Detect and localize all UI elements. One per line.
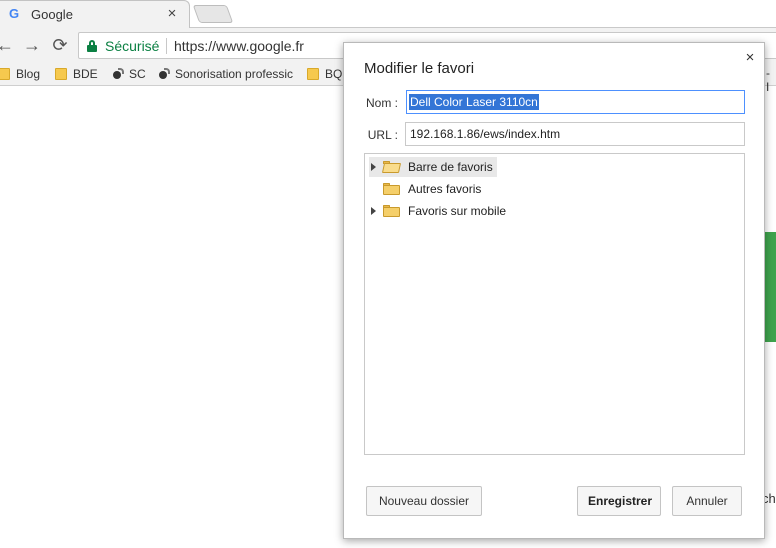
reload-icon[interactable]: ⟳ — [49, 34, 71, 56]
folder-tree: Barre de favoris Autres favoris Favoris … — [364, 153, 745, 455]
cancel-button[interactable]: Annuler — [672, 486, 742, 516]
omnibox-separator — [166, 38, 167, 54]
secure-label: Sécurisé — [105, 38, 160, 54]
bookmark-label: Blog — [16, 67, 41, 81]
bookmark-bq[interactable]: BQ — [307, 66, 343, 82]
folder-icon — [55, 68, 67, 80]
browser-tab-google[interactable]: G Google × — [0, 0, 190, 28]
folder-icon — [383, 205, 400, 217]
bookmark-blog[interactable]: Blog — [0, 66, 48, 82]
url-text: https://www.google.fr — [174, 38, 304, 54]
bookmark-label: Sonorisation professic — [175, 67, 293, 81]
folder-item-barre-de-favoris[interactable]: Barre de favoris — [369, 157, 497, 177]
tab-close-icon[interactable]: × — [163, 4, 181, 24]
expand-arrow-icon[interactable] — [369, 157, 379, 177]
name-label: Nom : — [365, 96, 398, 110]
page-green-element — [764, 232, 776, 342]
tab-strip: G Google × — [0, 0, 776, 28]
folder-label: Favoris sur mobile — [408, 204, 507, 218]
folder-item-favoris-sur-mobile[interactable]: Favoris sur mobile — [369, 201, 510, 221]
sound-icon — [111, 68, 124, 80]
folder-icon — [383, 183, 400, 195]
close-icon[interactable]: × — [742, 49, 758, 67]
new-folder-button[interactable]: Nouveau dossier — [366, 486, 482, 516]
folder-icon — [307, 68, 319, 80]
new-tab-button[interactable] — [192, 5, 234, 23]
save-button[interactable]: Enregistrer — [577, 486, 661, 516]
google-favicon-icon: G — [8, 6, 20, 21]
sound-icon — [157, 68, 170, 80]
name-input[interactable] — [406, 90, 745, 114]
bookmark-sc[interactable]: SC — [111, 66, 151, 82]
expand-arrow-icon[interactable] — [369, 201, 379, 221]
url-label: URL : — [367, 128, 398, 142]
back-arrow-icon[interactable]: ← — [0, 34, 16, 56]
folder-icon — [0, 68, 10, 80]
folder-item-autres-favoris[interactable]: Autres favoris — [369, 179, 485, 199]
bookmark-sonorisation[interactable]: Sonorisation professic — [157, 66, 293, 82]
bookmark-label: BQ — [325, 67, 343, 81]
edit-bookmark-dialog: Modifier le favori × Nom : Dell Color La… — [343, 42, 765, 539]
tab-title: Google — [31, 7, 73, 22]
dialog-title: Modifier le favori — [364, 60, 475, 77]
forward-arrow-icon[interactable]: → — [21, 34, 43, 56]
lock-icon — [87, 40, 97, 52]
folder-open-icon — [381, 161, 402, 173]
bookmark-fragment-right: - I — [766, 66, 770, 94]
folder-label: Autres favoris — [408, 182, 482, 196]
bookmark-label: BDE — [73, 67, 98, 81]
bookmark-label: SC — [129, 67, 146, 81]
folder-label: Barre de favoris — [408, 160, 493, 174]
bookmark-bde[interactable]: BDE — [55, 66, 105, 82]
url-input[interactable] — [405, 122, 745, 146]
